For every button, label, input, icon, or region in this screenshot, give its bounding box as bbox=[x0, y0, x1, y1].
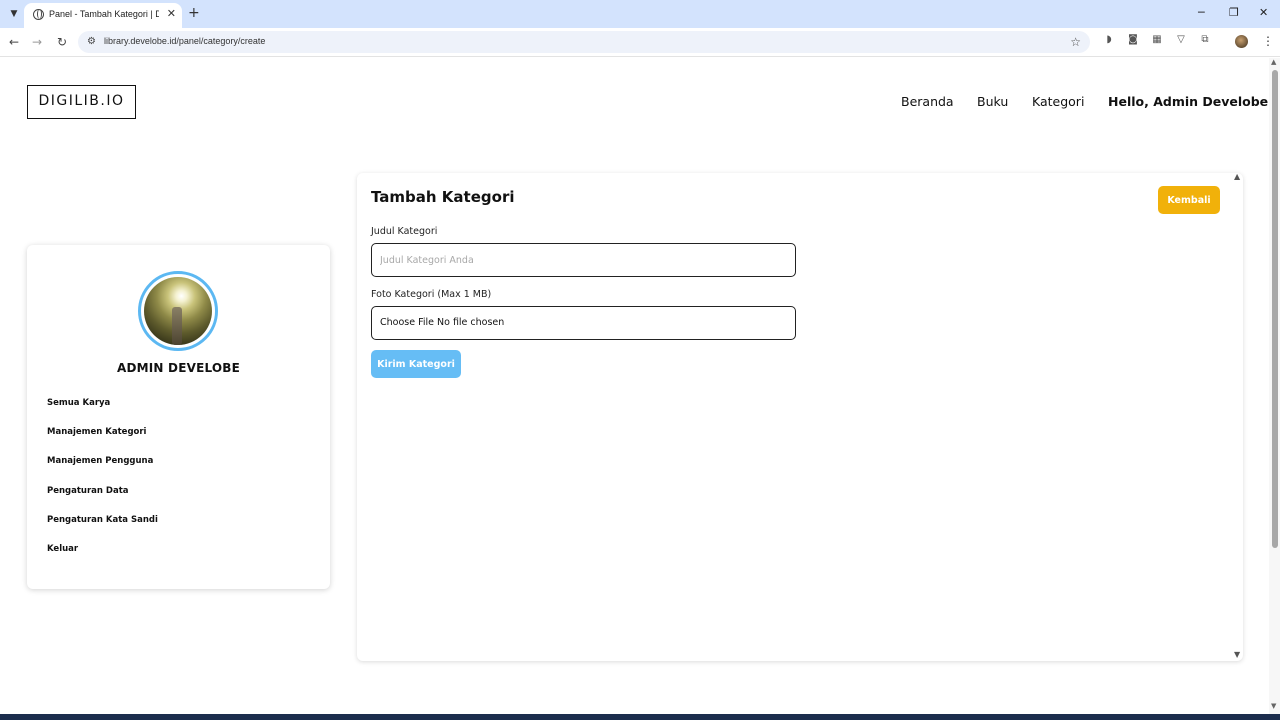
camera-icon[interactable]: ◙ bbox=[1127, 34, 1139, 46]
address-bar[interactable]: ⚙ library.develobe.id/panel/category/cre… bbox=[78, 31, 1090, 53]
category-photo-label: Foto Kategori (Max 1 MB) bbox=[371, 289, 492, 300]
scroll-down-arrow-icon[interactable]: ▼ bbox=[1271, 702, 1276, 710]
choose-file-button[interactable]: Choose File bbox=[380, 317, 434, 328]
tab-title: Panel - Tambah Kategori | DIGILIB.IO bbox=[49, 9, 159, 19]
user-greeting[interactable]: Hello, Admin Develobe bbox=[1108, 94, 1268, 110]
browser-profile-avatar[interactable] bbox=[1235, 35, 1248, 48]
browser-menu-icon[interactable]: ⋮ bbox=[1262, 34, 1274, 48]
nav-beranda[interactable]: Beranda bbox=[901, 94, 954, 110]
profile-name: ADMIN DEVELOBE bbox=[116, 361, 241, 375]
bookmark-star-icon[interactable]: ☆ bbox=[1070, 34, 1081, 50]
scroll-up-arrow-icon[interactable]: ▲ bbox=[1271, 58, 1276, 66]
card-scroll-down-icon[interactable]: ▼ bbox=[1234, 650, 1240, 659]
submit-category-button[interactable]: Kirim Kategori bbox=[371, 350, 461, 378]
back-button[interactable]: Kembali bbox=[1158, 186, 1220, 214]
nav-kategori[interactable]: Kategori bbox=[1032, 94, 1084, 110]
forward-arrow-icon[interactable]: → bbox=[32, 34, 42, 50]
file-status-text: No file chosen bbox=[437, 317, 505, 328]
extension-cast-icon[interactable]: ◗ bbox=[1103, 34, 1115, 46]
reload-icon[interactable]: ↻ bbox=[57, 34, 67, 50]
category-title-input[interactable] bbox=[371, 243, 796, 277]
site-settings-icon[interactable]: ⚙ bbox=[87, 35, 96, 49]
card-scroll-up-icon[interactable]: ▲ bbox=[1234, 172, 1240, 181]
sidebar-item-semua-karya[interactable]: Semua Karya bbox=[47, 397, 110, 409]
sidebar-item-pengaturan-kata-sandi[interactable]: Pengaturan Kata Sandi bbox=[47, 514, 158, 526]
extensions-puzzle-icon[interactable]: ⧉ bbox=[1199, 34, 1211, 46]
tab-search-chevron-icon[interactable]: ▼ bbox=[6, 6, 22, 22]
url-text: library.develobe.id/panel/category/creat… bbox=[104, 36, 266, 46]
window-close-icon[interactable]: ✕ bbox=[1259, 5, 1268, 21]
extension-vue-icon[interactable]: ▽ bbox=[1175, 34, 1187, 46]
page-title: Tambah Kategori bbox=[371, 188, 515, 206]
new-tab-icon[interactable]: + bbox=[188, 5, 200, 21]
qr-code-icon[interactable]: ▦ bbox=[1151, 34, 1163, 46]
browser-tab-strip: ▼ Panel - Tambah Kategori | DIGILIB.IO ✕… bbox=[0, 0, 1280, 28]
nav-buku[interactable]: Buku bbox=[977, 94, 1008, 110]
tab-close-icon[interactable]: ✕ bbox=[167, 7, 176, 21]
footer-edge bbox=[0, 714, 1280, 720]
globe-icon bbox=[33, 9, 44, 20]
sidebar-item-manajemen-pengguna[interactable]: Manajemen Pengguna bbox=[47, 455, 153, 467]
back-arrow-icon[interactable]: ← bbox=[9, 34, 19, 50]
category-photo-file-input[interactable]: Choose File No file chosen bbox=[371, 306, 796, 340]
window-minimize-icon[interactable]: ─ bbox=[1198, 5, 1205, 21]
page-scrollbar[interactable]: ▲ ▼ bbox=[1269, 58, 1280, 714]
browser-toolbar: ← → ↻ ⚙ library.develobe.id/panel/catego… bbox=[0, 28, 1280, 57]
avatar bbox=[138, 271, 218, 351]
sidebar-item-keluar[interactable]: Keluar bbox=[47, 543, 78, 555]
scrollbar-thumb[interactable] bbox=[1272, 70, 1278, 548]
site-logo[interactable]: DIGILIB.IO bbox=[27, 85, 136, 119]
browser-tab-active[interactable]: Panel - Tambah Kategori | DIGILIB.IO ✕ bbox=[24, 3, 182, 28]
avatar-photo bbox=[144, 277, 212, 345]
category-form-card: Tambah Kategori Kembali Judul Kategori F… bbox=[357, 173, 1243, 661]
category-title-label: Judul Kategori bbox=[371, 226, 438, 237]
sidebar-item-manajemen-kategori[interactable]: Manajemen Kategori bbox=[47, 426, 146, 438]
sidebar-item-pengaturan-data[interactable]: Pengaturan Data bbox=[47, 485, 129, 497]
window-restore-icon[interactable]: ❐ bbox=[1229, 5, 1239, 21]
profile-sidebar-card: ADMIN DEVELOBE Semua Karya Manajemen Kat… bbox=[27, 245, 330, 589]
